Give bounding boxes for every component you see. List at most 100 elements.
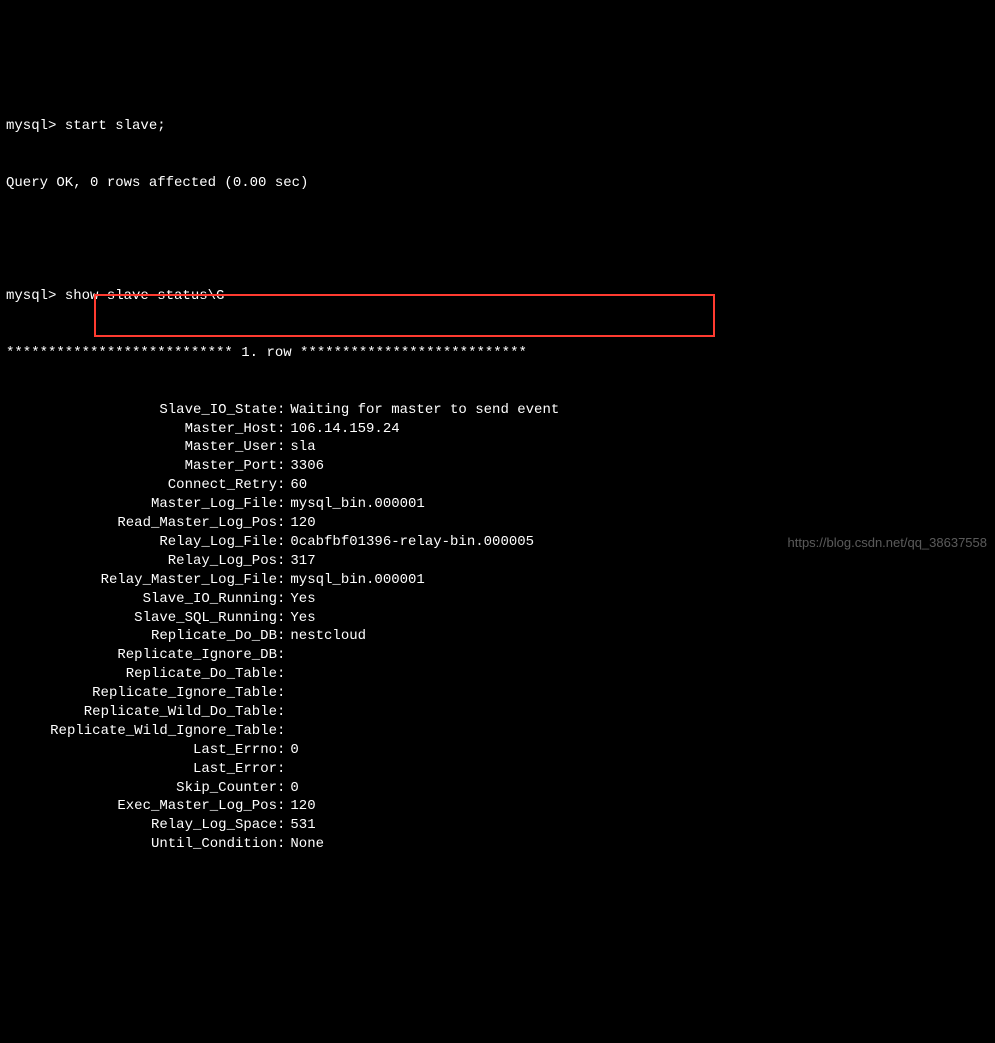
slave-status-rows: Slave_IO_State:Waiting for master to sen… [6, 401, 989, 854]
status-label: Exec_Master_Log_Pos [6, 797, 277, 816]
status-value: mysql_bin.000001 [286, 495, 424, 514]
query-result-1: Query OK, 0 rows affected (0.00 sec) [6, 174, 989, 193]
colon-separator: : [277, 609, 286, 628]
status-value: sla [286, 438, 315, 457]
status-label: Master_Log_File [6, 495, 277, 514]
status-value: 120 [286, 797, 315, 816]
colon-separator: : [277, 420, 286, 439]
colon-separator: : [277, 514, 286, 533]
status-value [286, 646, 290, 665]
status-label: Replicate_Do_DB [6, 627, 277, 646]
status-row: Slave_IO_Running:Yes [6, 590, 989, 609]
colon-separator: : [277, 703, 286, 722]
status-row: Slave_IO_State:Waiting for master to sen… [6, 401, 989, 420]
status-value: 531 [286, 816, 315, 835]
status-label: Replicate_Ignore_Table [6, 684, 277, 703]
colon-separator: : [277, 665, 286, 684]
colon-separator: : [277, 401, 286, 420]
status-row: Relay_Master_Log_File:mysql_bin.000001 [6, 571, 989, 590]
status-row: Master_Port:3306 [6, 457, 989, 476]
row-separator: *************************** 1. row *****… [6, 344, 989, 363]
status-label: Replicate_Do_Table [6, 665, 277, 684]
status-row: Replicate_Do_Table: [6, 665, 989, 684]
status-value: 106.14.159.24 [286, 420, 399, 439]
status-value: 60 [286, 476, 307, 495]
status-value [286, 760, 290, 779]
colon-separator: : [277, 457, 286, 476]
status-row: Relay_Log_Pos:317 [6, 552, 989, 571]
status-row: Slave_SQL_Running:Yes [6, 609, 989, 628]
status-row: Replicate_Ignore_Table: [6, 684, 989, 703]
status-label: Last_Errno [6, 741, 277, 760]
show-slave-status-command: show slave status\G [65, 288, 225, 304]
status-row: Connect_Retry:60 [6, 476, 989, 495]
colon-separator: : [277, 627, 286, 646]
status-label: Relay_Master_Log_File [6, 571, 277, 590]
colon-separator: : [277, 741, 286, 760]
status-label: Relay_Log_Space [6, 816, 277, 835]
status-row: Master_User:sla [6, 438, 989, 457]
status-row: Exec_Master_Log_Pos:120 [6, 797, 989, 816]
status-row: Relay_Log_Space:531 [6, 816, 989, 835]
status-row: Replicate_Do_DB:nestcloud [6, 627, 989, 646]
status-label: Relay_Log_Pos [6, 552, 277, 571]
colon-separator: : [277, 571, 286, 590]
status-label: Last_Error [6, 760, 277, 779]
status-label: Until_Condition [6, 835, 277, 854]
command-line-1: mysql> start slave; [6, 117, 989, 136]
status-label: Replicate_Wild_Do_Table [6, 703, 277, 722]
status-label: Master_User [6, 438, 277, 457]
colon-separator: : [277, 476, 286, 495]
watermark-text: https://blog.csdn.net/qq_38637558 [788, 534, 988, 552]
status-value: 0 [286, 779, 298, 798]
status-label: Connect_Retry [6, 476, 277, 495]
mysql-prompt: mysql> [6, 118, 65, 134]
status-label: Slave_IO_State [6, 401, 277, 420]
start-slave-command: start slave; [65, 118, 166, 134]
status-value: 3306 [286, 457, 324, 476]
status-value: mysql_bin.000001 [286, 571, 424, 590]
status-value: nestcloud [286, 627, 366, 646]
status-value [286, 703, 290, 722]
status-label: Replicate_Wild_Ignore_Table [6, 722, 277, 741]
status-value: 120 [286, 514, 315, 533]
colon-separator: : [277, 438, 286, 457]
status-value [286, 722, 290, 741]
status-label: Skip_Counter [6, 779, 277, 798]
status-value: Yes [286, 609, 315, 628]
colon-separator: : [277, 779, 286, 798]
status-value: Waiting for master to send event [286, 401, 559, 420]
status-label: Slave_SQL_Running [6, 609, 277, 628]
colon-separator: : [277, 722, 286, 741]
terminal-output[interactable]: mysql> start slave; Query OK, 0 rows aff… [6, 80, 989, 873]
status-label: Read_Master_Log_Pos [6, 514, 277, 533]
status-value [286, 684, 290, 703]
colon-separator: : [277, 495, 286, 514]
status-label: Relay_Log_File [6, 533, 277, 552]
status-row: Replicate_Ignore_DB: [6, 646, 989, 665]
status-value: None [286, 835, 324, 854]
colon-separator: : [277, 552, 286, 571]
status-value [286, 665, 290, 684]
colon-separator: : [277, 797, 286, 816]
mysql-prompt: mysql> [6, 288, 65, 304]
status-value: 0 [286, 741, 298, 760]
colon-separator: : [277, 816, 286, 835]
status-row: Read_Master_Log_Pos:120 [6, 514, 989, 533]
status-label: Master_Port [6, 457, 277, 476]
status-row: Until_Condition:None [6, 835, 989, 854]
status-row: Skip_Counter:0 [6, 779, 989, 798]
status-row: Last_Errno:0 [6, 741, 989, 760]
status-row: Replicate_Wild_Ignore_Table: [6, 722, 989, 741]
blank-line [6, 231, 989, 250]
status-label: Replicate_Ignore_DB [6, 646, 277, 665]
status-row: Master_Log_File:mysql_bin.000001 [6, 495, 989, 514]
status-label: Master_Host [6, 420, 277, 439]
status-label: Slave_IO_Running [6, 590, 277, 609]
status-row: Last_Error: [6, 760, 989, 779]
command-line-2: mysql> show slave status\G [6, 287, 989, 306]
status-value: 317 [286, 552, 315, 571]
colon-separator: : [277, 760, 286, 779]
colon-separator: : [277, 646, 286, 665]
colon-separator: : [277, 533, 286, 552]
